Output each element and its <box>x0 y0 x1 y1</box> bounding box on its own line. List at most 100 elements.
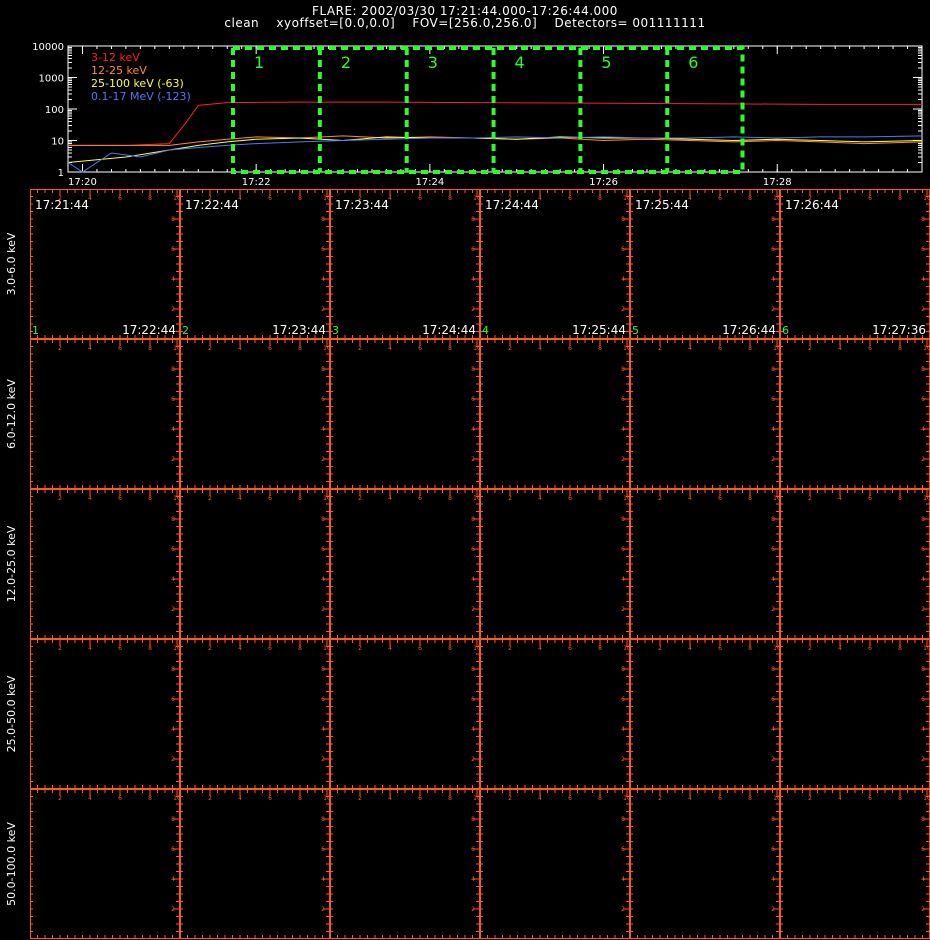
cell-y-tick-label: 8 <box>921 516 925 523</box>
cell-y-tick-label: 2 <box>771 456 775 463</box>
cell-x-tick-label: 8 <box>748 795 752 802</box>
cell-x-tick-label: 8 <box>148 495 152 502</box>
cell-y-tick-label: 4 <box>621 276 625 283</box>
cell-index: 4 <box>482 324 489 337</box>
cell-index: 6 <box>782 324 789 337</box>
cell-x-tick-label: 6 <box>418 495 422 502</box>
cell-x-tick-label: 2 <box>208 645 212 652</box>
cell-x-tick-label: 4 <box>538 645 542 652</box>
cell-x-tick-label: 6 <box>268 345 272 352</box>
cell-x-tick-label: 6 <box>718 345 722 352</box>
cell-x-tick-label: 6 <box>118 195 122 202</box>
cell-x-tick-label: 10 <box>623 795 631 802</box>
cell-x-tick-label: 2 <box>658 495 662 502</box>
cell-x-tick-label: 8 <box>298 795 302 802</box>
cell-x-tick-label: 6 <box>868 345 872 352</box>
cell-y-tick-label: 8 <box>621 516 625 523</box>
cell-x-tick-label: 2 <box>808 645 812 652</box>
cell-y-tick-label: 4 <box>471 876 475 883</box>
cell-x-tick-label: 4 <box>88 345 92 352</box>
cell-y-tick-label: 6 <box>771 696 775 703</box>
cell-x-tick-label: 4 <box>238 345 242 352</box>
cell-y-tick-label: 6 <box>171 696 175 703</box>
cell-y-tick-label: 2 <box>171 606 175 613</box>
energy-band-label: 25.0-50.0 keV <box>5 675 18 752</box>
cell-y-tick-label: 4 <box>621 426 625 433</box>
cell-y-tick-label: 2 <box>471 756 475 763</box>
cell-x-tick-label: 10 <box>923 795 930 802</box>
cell-x-tick-label: 6 <box>418 345 422 352</box>
image-cell-frame <box>330 339 480 489</box>
cell-y-tick-label: 6 <box>921 696 925 703</box>
cell-y-tick-label: 2 <box>171 906 175 913</box>
cell-x-tick-label: 2 <box>358 495 362 502</box>
cell-index: 3 <box>332 324 339 337</box>
cell-y-tick-label: 6 <box>321 846 325 853</box>
image-cell-frame <box>30 639 180 789</box>
cell-x-tick-label: 2 <box>808 795 812 802</box>
cell-y-tick-label: 8 <box>621 366 625 373</box>
cell-x-tick-label: 8 <box>148 795 152 802</box>
cell-x-tick-label: 6 <box>718 195 722 202</box>
cell-y-tick-label: 6 <box>621 246 625 253</box>
cell-y-tick-label: 8 <box>321 516 325 523</box>
cell-y-tick-label: 8 <box>321 666 325 673</box>
cell-y-tick-label: 6 <box>171 846 175 853</box>
image-cell-frame <box>30 489 180 639</box>
cell-y-tick-label: 4 <box>171 876 175 883</box>
cell-x-tick-label: 4 <box>688 645 692 652</box>
cell-y-tick-label: 2 <box>471 606 475 613</box>
cell-x-tick-label: 6 <box>568 345 572 352</box>
cell-y-tick-label: 2 <box>621 306 625 313</box>
energy-band-label: 12.0-25.0 keV <box>5 525 18 602</box>
cell-y-tick-label: 8 <box>171 816 175 823</box>
cell-y-tick-label: 2 <box>921 456 925 463</box>
cell-x-tick-label: 8 <box>898 195 902 202</box>
cell-y-tick-label: 8 <box>771 816 775 823</box>
cell-y-tick-label: 8 <box>921 366 925 373</box>
cell-y-tick-label: 8 <box>921 666 925 673</box>
cell-x-tick-label: 4 <box>238 795 242 802</box>
cell-x-tick-label: 6 <box>268 195 272 202</box>
cell-x-tick-label: 6 <box>268 645 272 652</box>
cell-x-tick-label: 8 <box>448 795 452 802</box>
cell-y-tick-label: 4 <box>921 726 925 733</box>
cell-x-tick-label: 8 <box>448 345 452 352</box>
cell-x-tick-label: 6 <box>868 645 872 652</box>
cell-y-tick-label: 6 <box>171 546 175 553</box>
cell-y-tick-label: 6 <box>321 396 325 403</box>
cell-x-tick-label: 6 <box>868 795 872 802</box>
cell-x-tick-label: 4 <box>88 495 92 502</box>
cell-y-tick-label: 2 <box>921 906 925 913</box>
cell-x-tick-label: 6 <box>118 495 122 502</box>
cell-y-tick-label: 8 <box>471 216 475 223</box>
cell-x-tick-label: 6 <box>118 795 122 802</box>
cell-x-tick-label: 8 <box>598 495 602 502</box>
cell-x-tick-label: 6 <box>118 345 122 352</box>
cell-x-tick-label: 2 <box>58 495 62 502</box>
cell-x-tick-label: 2 <box>508 495 512 502</box>
cell-y-tick-label: 4 <box>321 426 325 433</box>
cell-y-tick-label: 8 <box>771 516 775 523</box>
cell-y-tick-label: 2 <box>471 306 475 313</box>
cell-x-tick-label: 4 <box>88 645 92 652</box>
cell-x-tick-label: 2 <box>208 345 212 352</box>
cell-y-tick-label: 6 <box>171 246 175 253</box>
cell-x-tick-label: 6 <box>268 495 272 502</box>
cell-start-time: 17:21:44 <box>35 198 89 212</box>
cell-x-tick-label: 4 <box>388 495 392 502</box>
cell-x-tick-label: 4 <box>688 495 692 502</box>
cell-y-tick-label: 6 <box>771 246 775 253</box>
cell-x-tick-label: 6 <box>568 795 572 802</box>
cell-x-tick-label: 4 <box>688 795 692 802</box>
cell-y-tick-label: 8 <box>471 516 475 523</box>
cell-x-tick-label: 10 <box>473 645 481 652</box>
image-cell-frame <box>180 489 330 639</box>
cell-x-tick-label: 4 <box>838 795 842 802</box>
image-cell-frame <box>30 339 180 489</box>
cell-x-tick-label: 8 <box>598 795 602 802</box>
cell-x-tick-label: 10 <box>473 795 481 802</box>
cell-x-tick-label: 10 <box>773 345 781 352</box>
cell-x-tick-label: 10 <box>323 195 331 202</box>
cell-end-time: 17:22:44 <box>122 323 176 337</box>
